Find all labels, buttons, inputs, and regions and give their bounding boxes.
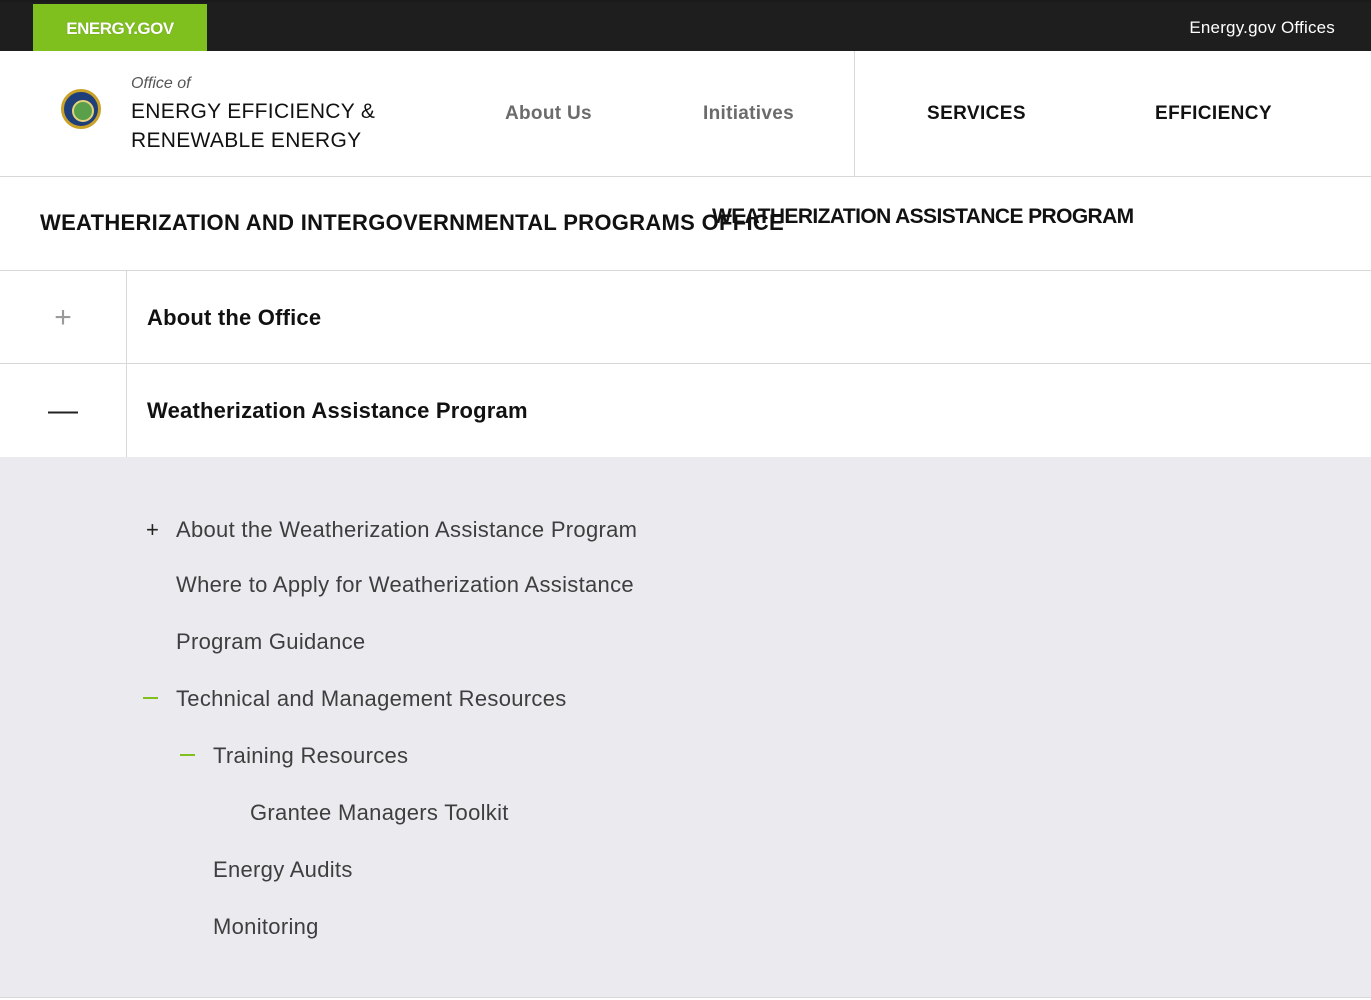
submenu-energy-audits[interactable]: Energy Audits bbox=[213, 857, 353, 883]
nav-efficiency[interactable]: EFFICIENCY bbox=[1155, 103, 1272, 125]
site-header: Office of ENERGY EFFICIENCY & RENEWABLE … bbox=[0, 51, 1371, 177]
nav-about-us[interactable]: About Us bbox=[505, 103, 592, 125]
expand-plus-icon[interactable]: + bbox=[0, 271, 127, 364]
submenu-panel: + About the Weatherization Assistance Pr… bbox=[0, 457, 1371, 998]
submenu-technical-management[interactable]: Technical and Management Resources bbox=[176, 686, 567, 712]
collapse-minus-icon[interactable]: — bbox=[0, 364, 127, 457]
submenu-about-wap[interactable]: About the Weatherization Assistance Prog… bbox=[176, 517, 637, 543]
submenu-training-resources[interactable]: Training Resources bbox=[213, 743, 408, 769]
section-header: WEATHERIZATION AND INTERGOVERNMENTAL PRO… bbox=[0, 177, 1371, 271]
accordion-label-wap[interactable]: Weatherization Assistance Program bbox=[147, 398, 528, 424]
nav-initiatives[interactable]: Initiatives bbox=[703, 103, 794, 125]
nav-services[interactable]: SERVICES bbox=[927, 103, 1026, 125]
program-title: WEATHERIZATION ASSISTANCE PROGRAM bbox=[712, 205, 1134, 228]
top-bar: ENERGY.GOV Energy.gov Offices bbox=[0, 0, 1371, 53]
submenu-where-to-apply[interactable]: Where to Apply for Weatherization Assist… bbox=[176, 572, 634, 598]
section-title[interactable]: WEATHERIZATION AND INTERGOVERNMENTAL PRO… bbox=[40, 210, 784, 236]
doe-seal-icon[interactable] bbox=[61, 89, 101, 129]
submenu-grantee-toolkit[interactable]: Grantee Managers Toolkit bbox=[250, 800, 509, 826]
collapse-minus-icon[interactable] bbox=[143, 697, 158, 699]
office-name-link[interactable]: ENERGY EFFICIENCY & RENEWABLE ENERGY bbox=[131, 97, 391, 155]
accordion-label-about-office[interactable]: About the Office bbox=[147, 305, 321, 331]
energy-gov-logo-link[interactable]: ENERGY.GOV bbox=[33, 4, 207, 53]
expand-plus-icon[interactable]: + bbox=[146, 519, 159, 541]
office-of-label: Office of bbox=[131, 75, 191, 92]
collapse-minus-icon[interactable] bbox=[180, 754, 195, 756]
accordion-row-about-office: + About the Office bbox=[0, 271, 1371, 364]
energy-gov-offices-link[interactable]: Energy.gov Offices bbox=[1189, 18, 1335, 38]
nav-divider bbox=[854, 51, 855, 177]
submenu-monitoring[interactable]: Monitoring bbox=[213, 914, 319, 940]
submenu-program-guidance[interactable]: Program Guidance bbox=[176, 629, 365, 655]
accordion-row-wap: — Weatherization Assistance Program bbox=[0, 364, 1371, 457]
